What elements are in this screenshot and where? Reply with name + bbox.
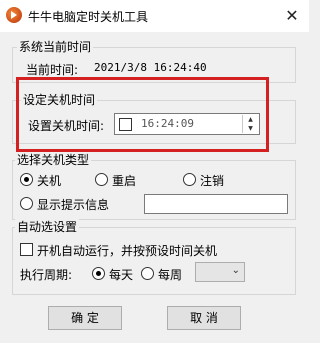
window-title: 牛牛电脑定时关机工具 [28, 10, 149, 24]
radio-logoff[interactable] [183, 173, 196, 186]
radio-restart[interactable] [95, 173, 108, 186]
radio-restart-label[interactable]: 重启 [112, 172, 136, 189]
cancel-button[interactable]: 取 消 [167, 306, 241, 330]
radio-daily[interactable] [92, 267, 105, 280]
close-button[interactable]: ✕ [275, 0, 309, 32]
shutdown-time-value: 16:24:09 [141, 117, 194, 130]
autostart-checkbox[interactable] [20, 243, 33, 256]
radio-shutdown[interactable] [20, 173, 33, 186]
auto-options-group: 自动选设置 [12, 219, 296, 295]
app-icon [6, 7, 22, 23]
shutdown-time-picker[interactable]: 16:24:09 ▲ ▼ [114, 113, 260, 135]
radio-shutdown-label[interactable]: 关机 [37, 172, 61, 189]
period-label: 执行周期: [20, 268, 73, 282]
radio-show-message-label[interactable]: 显示提示信息 [37, 196, 109, 213]
spin-up-icon[interactable]: ▲ [243, 115, 258, 124]
shutdown-time-label: 设置关机时间: [28, 119, 105, 133]
shutdown-type-group-label: 选择关机类型 [15, 152, 92, 168]
ok-button[interactable]: 确 定 [48, 306, 122, 330]
auto-options-group-label: 自动选设置 [15, 219, 80, 235]
current-time-label: 当前时间: [26, 63, 79, 77]
radio-logoff-label[interactable]: 注销 [200, 172, 224, 189]
radio-show-message[interactable] [20, 197, 33, 210]
system-time-group-label: 系统当前时间 [17, 39, 94, 55]
spin-down-icon[interactable]: ▼ [243, 124, 258, 133]
chevron-down-icon: ⌄ [231, 265, 240, 276]
message-input[interactable] [144, 194, 288, 214]
radio-weekly-label[interactable]: 每周 [158, 266, 182, 283]
shutdown-time-group-label: 设定关机时间 [21, 92, 98, 108]
autostart-label[interactable]: 开机自动运行，并按预设时间关机 [37, 242, 217, 259]
time-spinner[interactable]: ▲ ▼ [242, 115, 258, 133]
radio-weekly[interactable] [141, 267, 154, 280]
radio-daily-label[interactable]: 每天 [109, 266, 133, 283]
weekday-select[interactable]: ⌄ [195, 262, 245, 282]
current-time-value: 2021/3/8 16:24:40 [94, 61, 207, 74]
enable-time-checkbox[interactable] [119, 118, 132, 131]
title-bar: 牛牛电脑定时关机工具 ✕ [0, 0, 309, 32]
